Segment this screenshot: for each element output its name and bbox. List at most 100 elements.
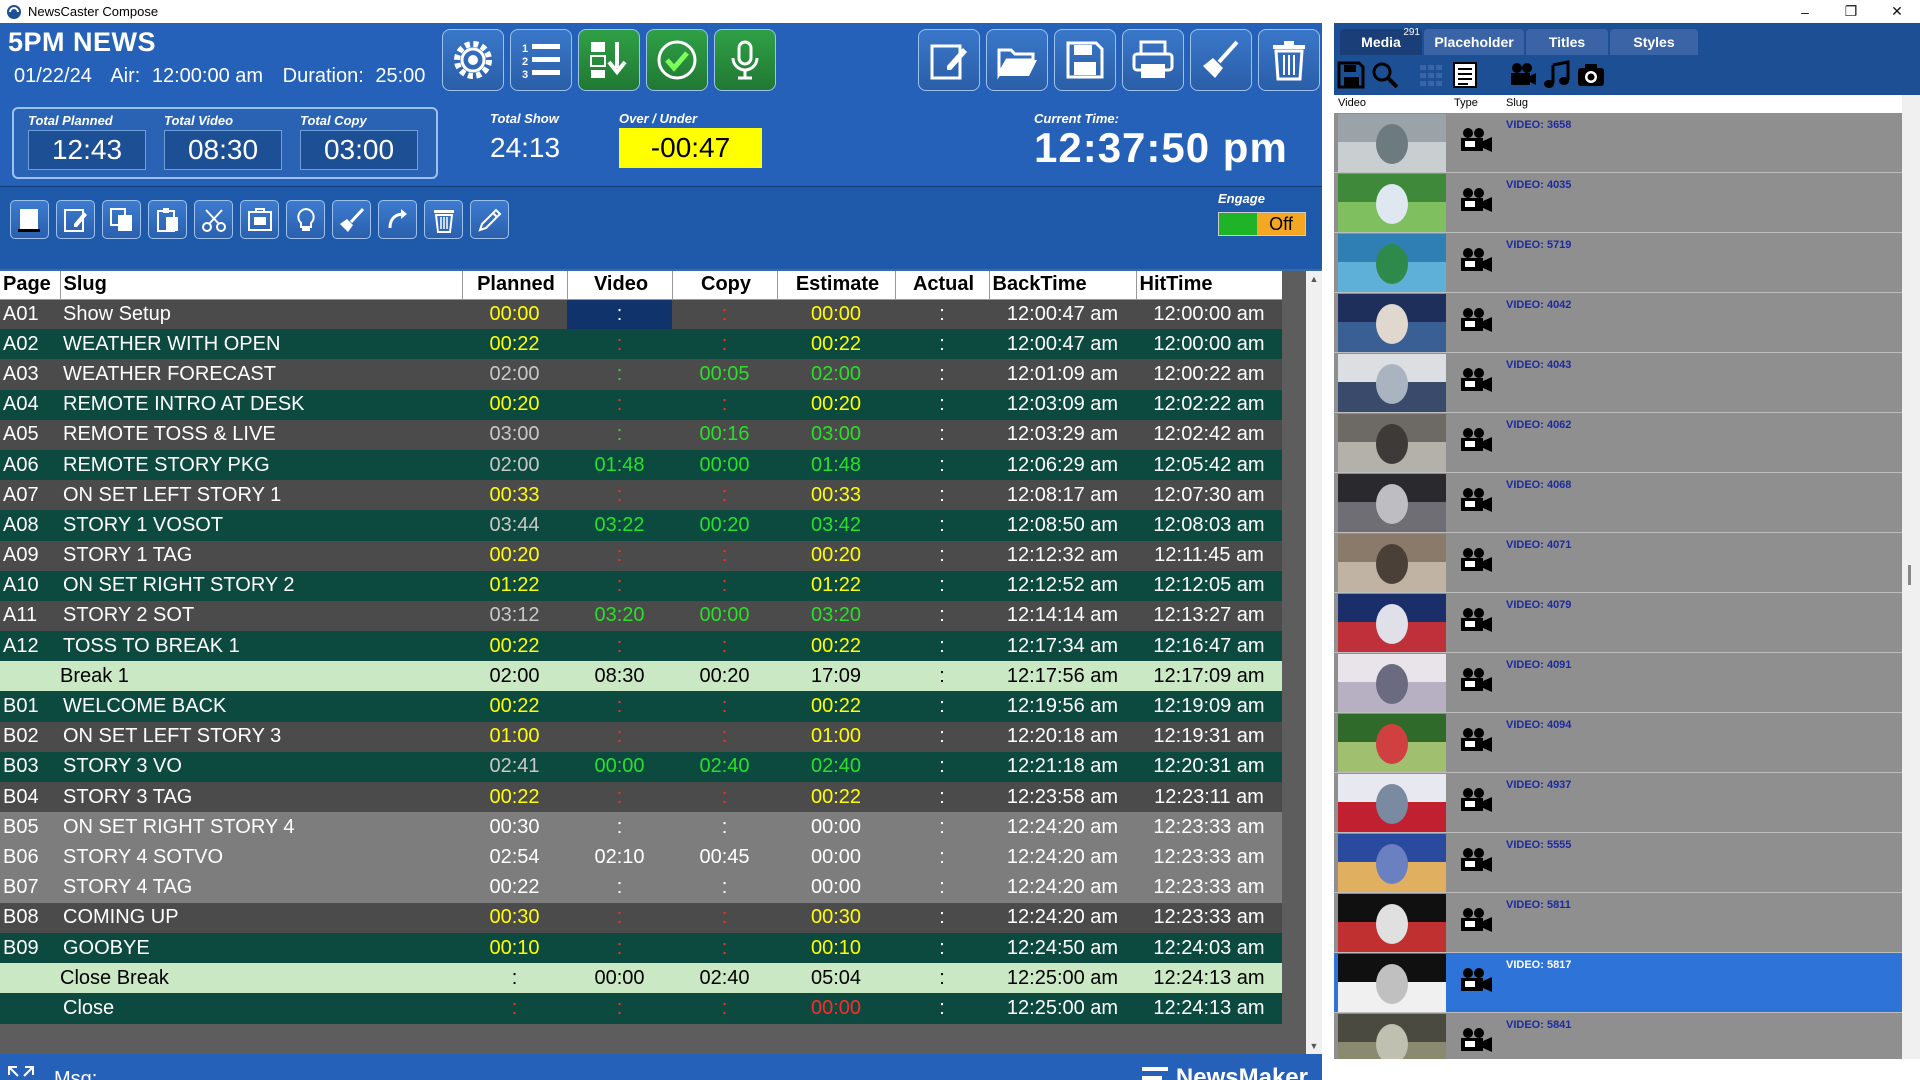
table-row[interactable]: B03 STORY 3 VO 02:41 00:00 02:40 02:40:12:21:…: [0, 751, 1282, 782]
page-cell[interactable]: A11: [0, 600, 60, 632]
table-row[interactable]: B08 COMING UP 00:30::00:30:12:24:20 am 12:2…: [0, 902, 1282, 933]
actual-cell[interactable]: :: [895, 631, 989, 662]
estimate-cell[interactable]: 00:20: [777, 540, 895, 571]
page-cell[interactable]: [0, 661, 60, 692]
column-header-slug[interactable]: Slug: [60, 271, 463, 300]
paste-button[interactable]: [148, 200, 187, 239]
copy-cell[interactable]: :: [672, 329, 777, 360]
media-item[interactable]: VIDEO: 3658: [1334, 113, 1902, 173]
backtime-cell[interactable]: 12:00:47 am: [989, 299, 1136, 330]
hittime-cell[interactable]: 12:24:03 am: [1136, 932, 1282, 964]
media-item[interactable]: VIDEO: 4079: [1334, 593, 1902, 653]
backtime-cell[interactable]: 12:25:00 am: [989, 963, 1136, 994]
backtime-cell[interactable]: 12:17:56 am: [989, 661, 1136, 692]
tab-titles[interactable]: Titles: [1526, 29, 1608, 55]
backtime-cell[interactable]: 12:12:52 am: [989, 570, 1136, 601]
table-row[interactable]: A10 ON SET RIGHT STORY 2 01:22::01:22:12:1…: [0, 570, 1282, 601]
video-cell[interactable]: 08:30: [567, 661, 672, 692]
clean-button[interactable]: [1190, 29, 1252, 91]
video-cell[interactable]: 00:00: [567, 751, 672, 782]
column-header-video[interactable]: Video: [567, 271, 673, 300]
backtime-cell[interactable]: 12:03:29 am: [989, 419, 1136, 450]
table-row[interactable]: A12 TOSS TO BREAK 1 00:22::00:22:12:17:34 …: [0, 631, 1282, 662]
page-cell[interactable]: B02: [0, 721, 60, 752]
pencil-button[interactable]: [470, 200, 509, 239]
slug-cell[interactable]: GOOBYE: [60, 932, 462, 964]
backtime-cell[interactable]: 12:06:29 am: [989, 449, 1136, 481]
scroll-down-arrow-icon[interactable]: ▼: [1306, 1038, 1322, 1054]
media-item[interactable]: VIDEO: 4094: [1334, 713, 1902, 773]
hittime-cell[interactable]: 12:02:22 am: [1136, 389, 1282, 420]
page-cell[interactable]: A09: [0, 540, 60, 571]
hittime-cell[interactable]: 12:23:33 am: [1136, 842, 1282, 873]
video-cell[interactable]: :: [567, 359, 672, 390]
media-item[interactable]: VIDEO: 5555: [1334, 833, 1902, 893]
video-cell[interactable]: :: [567, 480, 672, 511]
media-col-slug[interactable]: Slug: [1506, 97, 1528, 109]
slug-cell[interactable]: Close: [60, 993, 462, 1024]
page-cell[interactable]: A02: [0, 329, 60, 360]
hittime-cell[interactable]: 12:17:09 am: [1136, 661, 1282, 692]
estimate-cell[interactable]: 00:10: [777, 932, 895, 964]
page-cell[interactable]: B05: [0, 812, 60, 843]
page-cell[interactable]: A01: [0, 299, 60, 330]
video-cell[interactable]: :: [567, 902, 672, 933]
actual-cell[interactable]: :: [895, 359, 989, 390]
copy-button[interactable]: [102, 200, 141, 239]
microphone-button[interactable]: [714, 29, 776, 91]
copy-cell[interactable]: :: [672, 299, 777, 330]
page-cell[interactable]: A06: [0, 449, 60, 481]
copy-cell[interactable]: :: [672, 932, 777, 964]
planned-cell[interactable]: 02:00: [462, 661, 567, 692]
slug-cell[interactable]: REMOTE STORY PKG: [60, 449, 462, 481]
planned-cell[interactable]: 00:22: [462, 782, 567, 813]
save-button[interactable]: [1054, 29, 1116, 91]
video-cell[interactable]: :: [567, 993, 672, 1024]
video-cell[interactable]: :: [567, 540, 672, 571]
column-header-page[interactable]: Page: [0, 271, 61, 300]
estimate-cell[interactable]: 00:33: [777, 480, 895, 511]
backtime-cell[interactable]: 12:12:32 am: [989, 540, 1136, 571]
hittime-cell[interactable]: 12:11:45 am: [1136, 540, 1282, 571]
page-cell[interactable]: B06: [0, 842, 60, 873]
media-item[interactable]: VIDEO: 4937: [1334, 773, 1902, 833]
open-button[interactable]: [986, 29, 1048, 91]
video-cell[interactable]: :: [567, 932, 672, 964]
hittime-cell[interactable]: 12:08:03 am: [1136, 510, 1282, 541]
backtime-cell[interactable]: 12:24:50 am: [989, 932, 1136, 964]
column-header-planned[interactable]: Planned: [462, 271, 568, 300]
slug-cell[interactable]: WEATHER WITH OPEN: [60, 329, 462, 360]
table-row[interactable]: B01 WELCOME BACK 00:22::00:22:12:19:56 am 1…: [0, 691, 1282, 722]
estimate-cell[interactable]: 01:48: [777, 449, 895, 481]
numbered-list-button[interactable]: 123: [510, 29, 572, 91]
planned-cell[interactable]: :: [462, 993, 567, 1024]
planned-cell[interactable]: 03:00: [462, 419, 567, 450]
new-story-button[interactable]: [10, 200, 49, 239]
video-cell[interactable]: 02:10: [567, 842, 672, 873]
slug-cell[interactable]: STORY 4 SOTVO: [60, 842, 462, 873]
media-item[interactable]: VIDEO: 5817: [1334, 953, 1902, 1013]
hittime-cell[interactable]: 12:00:00 am: [1136, 299, 1282, 330]
page-cell[interactable]: B04: [0, 782, 60, 813]
copy-cell[interactable]: :: [672, 872, 777, 903]
actual-cell[interactable]: :: [895, 600, 989, 632]
actual-cell[interactable]: :: [895, 782, 989, 813]
table-row[interactable]: A07 ON SET LEFT STORY 1 00:33::00:33:12:08…: [0, 480, 1282, 511]
estimate-cell[interactable]: 03:00: [777, 419, 895, 450]
table-row[interactable]: A06 REMOTE STORY PKG 02:00 01:48 00:00 01:48:…: [0, 449, 1282, 481]
backtime-cell[interactable]: 12:24:20 am: [989, 842, 1136, 873]
video-cell[interactable]: 00:00: [567, 963, 672, 994]
estimate-cell[interactable]: 00:20: [777, 389, 895, 420]
slug-cell[interactable]: REMOTE TOSS & LIVE: [60, 419, 462, 450]
media-item[interactable]: VIDEO: 4091: [1334, 653, 1902, 713]
estimate-cell[interactable]: 00:00: [777, 993, 895, 1024]
planned-cell[interactable]: 03:44: [462, 510, 567, 541]
hittime-cell[interactable]: 12:16:47 am: [1136, 631, 1282, 662]
copy-cell[interactable]: 00:16: [672, 419, 777, 450]
tab-styles[interactable]: Styles: [1610, 29, 1698, 55]
table-row[interactable]: A03 WEATHER FORECAST 02:00:00:05 02:00:12:0…: [0, 359, 1282, 390]
copy-cell[interactable]: :: [672, 570, 777, 601]
hittime-cell[interactable]: 12:23:33 am: [1136, 812, 1282, 843]
table-row[interactable]: B02 ON SET LEFT STORY 3 01:00::01:00:12:20…: [0, 721, 1282, 752]
image-filter-button[interactable]: [1574, 58, 1608, 92]
